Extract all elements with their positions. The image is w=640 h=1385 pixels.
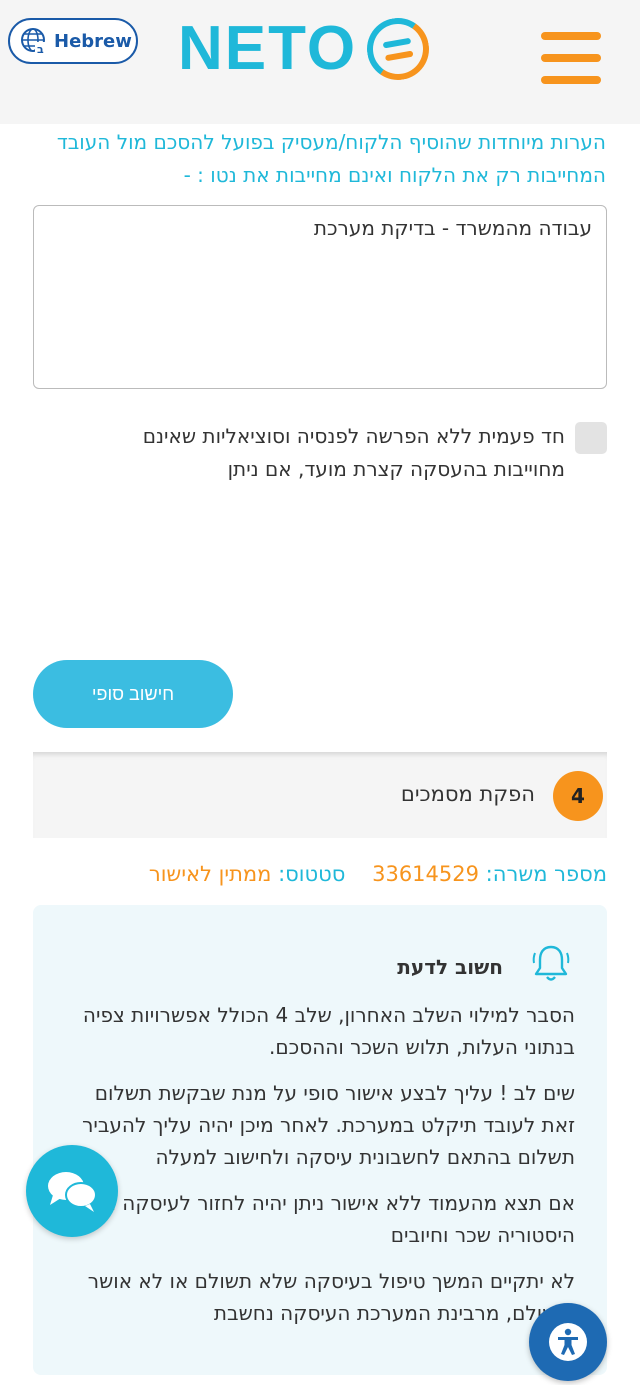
hamburger-menu-icon[interactable]	[541, 32, 601, 84]
notes-textarea[interactable]: עבודה מהמשרד - בדיקת מערכת	[33, 205, 607, 389]
chat-bubbles-icon	[48, 1172, 97, 1212]
status-value: ממתין לאישור	[148, 862, 272, 886]
info-paragraph: שים לב ! עליך לבצע אישור סופי על מנת שבק…	[82, 1081, 575, 1169]
accessibility-button[interactable]	[529, 1303, 607, 1381]
checkbox-label: חד פעמית ללא הפרשה לפנסיה וסוציאליות שאי…	[142, 424, 565, 481]
logo-mark-icon	[362, 13, 435, 85]
language-label: Hebrew	[54, 30, 132, 52]
order-number-value: 33614529	[372, 862, 479, 886]
language-button[interactable]: ב Hebrew	[8, 18, 138, 64]
neto-logo[interactable]: NETO	[178, 13, 435, 85]
info-body: הסבר למילוי השלב האחרון, שלב 4 הכולל אפש…	[55, 999, 575, 1343]
info-paragraph: אם תצא מהעמוד ללא אישור ניתן יהיה לחזור …	[65, 1191, 575, 1247]
chat-button[interactable]	[26, 1145, 118, 1237]
step-number-badge: 4	[553, 771, 603, 821]
info-paragraph: לא יתקיים המשך טיפול בעיסקה שלא תשולם או…	[87, 1269, 575, 1325]
final-calculation-button[interactable]: חישוב סופי	[33, 660, 233, 728]
info-paragraph: הסבר למילוי השלב האחרון, שלב 4 הכולל אפש…	[82, 1003, 575, 1059]
step-header[interactable]: 4 הפקת מסמכים	[33, 752, 607, 838]
bell-icon	[532, 945, 570, 981]
status-label: סטטוס:	[278, 862, 346, 886]
header: ב Hebrew NETO	[0, 0, 640, 124]
info-card: חשוב לדעת הסבר למילוי השלב האחרון, שלב 4…	[33, 905, 607, 1375]
accessibility-icon	[549, 1323, 587, 1361]
info-title: חשוב לדעת	[397, 955, 503, 979]
svg-text:ב: ב	[37, 43, 44, 55]
one-time-checkbox[interactable]	[575, 422, 607, 454]
order-info: מספר משרה: 33614529 סטטוס: ממתין לאישור	[149, 862, 607, 886]
notes-label: הערות מיוחדות שהוסיף הלקוח/מעסיק בפועל ל…	[56, 130, 606, 187]
logo-text: NETO	[178, 14, 358, 83]
globe-icon: ב	[21, 28, 47, 55]
order-number-label: מספר משרה:	[485, 862, 607, 886]
step-title: הפקת מסמכים	[400, 782, 535, 806]
